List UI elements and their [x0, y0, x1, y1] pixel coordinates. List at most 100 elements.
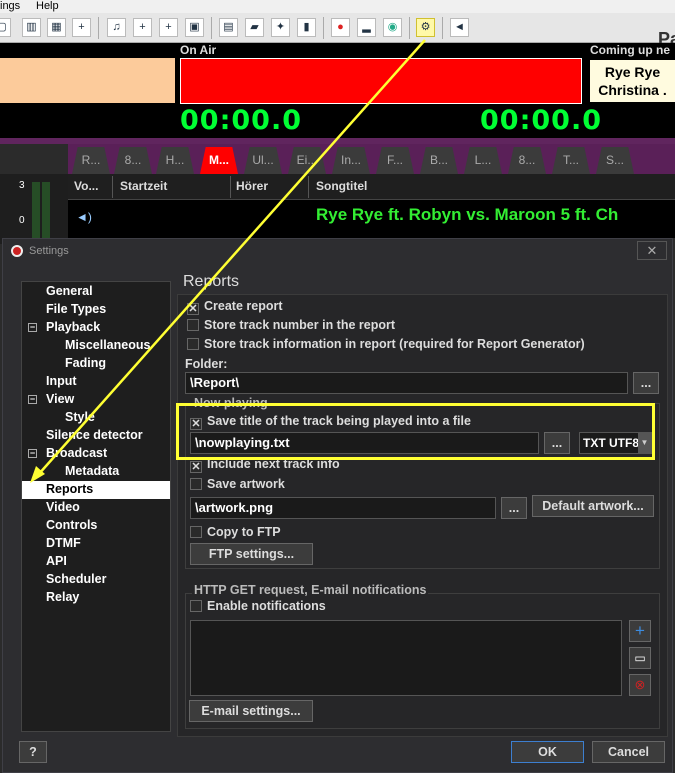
remove-icon[interactable]: ⊗ — [629, 674, 651, 696]
tab-playlist-active[interactable]: M... — [200, 147, 238, 174]
timer-elapsed: 00:00.0 — [180, 105, 302, 136]
notifications-list[interactable] — [190, 620, 622, 696]
save-artwork-checkbox[interactable]: Save artwork — [190, 477, 285, 491]
tree-item-general[interactable]: General — [22, 283, 170, 301]
checkbox[interactable] — [187, 319, 199, 331]
cancel-button[interactable]: Cancel — [592, 741, 665, 763]
tab-playlist[interactable]: 8... — [114, 147, 152, 174]
tab-playlist[interactable]: 8... — [508, 147, 546, 174]
add-window-icon[interactable]: + — [72, 18, 91, 37]
nowplaying-browse-button[interactable]: ... — [544, 432, 570, 454]
store-track-number-checkbox[interactable]: Store track number in the report — [187, 318, 395, 332]
trash-icon[interactable]: ▮ — [297, 18, 316, 37]
ok-button[interactable]: OK — [511, 741, 584, 763]
tree-item-style[interactable]: Style — [22, 409, 170, 427]
window-icon[interactable]: ▢ — [0, 18, 11, 37]
nowplaying-file-input[interactable]: \nowplaying.txt — [190, 432, 539, 454]
artwork-file-input[interactable]: \artwork.png — [190, 497, 496, 519]
default-artwork-button[interactable]: Default artwork... — [532, 495, 654, 517]
add-track-icon[interactable]: ♫ — [107, 18, 126, 37]
tab-playlist[interactable]: B... — [420, 147, 458, 174]
settings-tree: General File Types − Playback Miscellaneo… — [21, 281, 171, 732]
on-air-display[interactable] — [180, 58, 582, 104]
checkbox[interactable] — [187, 338, 199, 350]
artwork-browse-button[interactable]: ... — [501, 497, 527, 519]
col-songtitle[interactable]: Songtitel — [316, 179, 367, 193]
edit-icon[interactable]: ▭ — [629, 647, 651, 669]
folder-icon[interactable]: ▰ — [245, 18, 264, 37]
collapse-icon[interactable]: − — [28, 395, 37, 404]
tree-item-scheduler[interactable]: Scheduler — [22, 571, 170, 589]
checkbox-checked[interactable]: ✕ — [190, 461, 202, 473]
close-button[interactable]: ✕ — [637, 241, 667, 260]
help-button[interactable]: ? — [19, 741, 47, 763]
tab-playlist[interactable]: R... — [72, 147, 110, 174]
stats-icon[interactable]: ▂ — [357, 18, 376, 37]
tab-playlist[interactable]: H... — [156, 147, 194, 174]
collapse-icon[interactable]: − — [28, 323, 37, 332]
tree-item-playback[interactable]: − Playback — [22, 319, 170, 337]
format-select[interactable]: TXT UTF8 ▼ — [579, 432, 652, 454]
checkbox[interactable] — [190, 526, 202, 538]
col-volume[interactable]: Vo... — [74, 179, 98, 193]
checkbox[interactable] — [190, 600, 202, 612]
tree-item-api[interactable]: API — [22, 553, 170, 571]
enable-notifications-checkbox[interactable]: Enable notifications — [190, 599, 326, 613]
menu-help[interactable]: Help — [36, 0, 59, 12]
tree-item-fading[interactable]: Fading — [22, 355, 170, 373]
tree-item-metadata[interactable]: Metadata — [22, 463, 170, 481]
tab-playlist[interactable]: S... — [596, 147, 634, 174]
tab-playlist[interactable]: Ul... — [244, 147, 282, 174]
checkbox-checked[interactable]: ✕ — [190, 418, 202, 430]
tree-item-view[interactable]: − View — [22, 391, 170, 409]
include-next-checkbox[interactable]: ✕ Include next track info — [190, 457, 340, 473]
wand-icon[interactable]: ✦ — [271, 18, 290, 37]
tree-item-video[interactable]: Video — [22, 499, 170, 517]
col-listeners[interactable]: Hörer — [236, 179, 268, 193]
mute-icon[interactable]: ◄ — [450, 18, 469, 37]
globe-icon[interactable]: ◉ — [383, 18, 402, 37]
vu-scale-mid: 0 — [19, 215, 25, 226]
tree-item-input[interactable]: Input — [22, 373, 170, 391]
store-track-info-checkbox[interactable]: Store track information in report (requi… — [187, 337, 585, 351]
clipboard-icon[interactable]: ▤ — [219, 18, 238, 37]
import-icon[interactable]: ▣ — [185, 18, 204, 37]
folder-browse-button[interactable]: ... — [633, 372, 659, 394]
save-title-checkbox[interactable]: ✕ Save title of the track being played in… — [190, 414, 471, 430]
tree-item-broadcast[interactable]: − Broadcast — [22, 445, 170, 463]
menu-settings[interactable]: ings — [0, 0, 20, 12]
tab-playlist[interactable]: L... — [464, 147, 502, 174]
coming-up-line1: Rye Rye — [604, 64, 661, 80]
gear-icon[interactable]: ⚙ — [416, 18, 435, 37]
previous-deck[interactable] — [0, 58, 175, 103]
tree-item-miscellaneous[interactable]: Miscellaneous — [22, 337, 170, 355]
tree-item-reports[interactable]: Reports — [22, 481, 170, 499]
tab-playlist[interactable]: T... — [552, 147, 590, 174]
email-settings-button[interactable]: E-mail settings... — [189, 700, 313, 722]
add-file-icon[interactable]: + — [133, 18, 152, 37]
collapse-icon[interactable]: − — [28, 449, 37, 458]
tree-item-file-types[interactable]: File Types — [22, 301, 170, 319]
layout-columns-icon[interactable]: ▥ — [22, 18, 41, 37]
tab-playlist[interactable]: In... — [332, 147, 370, 174]
checkbox-checked[interactable]: ✕ — [187, 303, 199, 315]
tree-item-controls[interactable]: Controls — [22, 517, 170, 535]
folder-input[interactable]: \Report\ — [185, 372, 628, 394]
table-row[interactable]: ◄) Rye Rye ft. Robyn vs. Maroon 5 ft. Ch — [68, 200, 675, 238]
add-icon[interactable]: + — [629, 620, 651, 642]
coming-up-box[interactable]: Rye Rye Christina . — [590, 60, 675, 102]
ftp-settings-button[interactable]: FTP settings... — [190, 543, 313, 565]
add-folder-icon[interactable]: + — [159, 18, 178, 37]
col-starttime[interactable]: Startzeit — [120, 179, 167, 193]
create-report-checkbox[interactable]: ✕ Create report — [187, 299, 283, 315]
tree-item-dtmf[interactable]: DTMF — [22, 535, 170, 553]
layout-grid-icon[interactable]: ▦ — [47, 18, 66, 37]
copy-ftp-checkbox[interactable]: Copy to FTP — [190, 525, 281, 539]
tab-playlist[interactable]: F... — [376, 147, 414, 174]
checkbox[interactable] — [190, 478, 202, 490]
tree-item-relay[interactable]: Relay — [22, 589, 170, 607]
reports-panel: ✕ Create report Store track number in the… — [177, 294, 668, 737]
tree-item-silence-detector[interactable]: Silence detector — [22, 427, 170, 445]
record-icon[interactable]: ● — [331, 18, 350, 37]
tab-playlist[interactable]: Ei... — [288, 147, 326, 174]
